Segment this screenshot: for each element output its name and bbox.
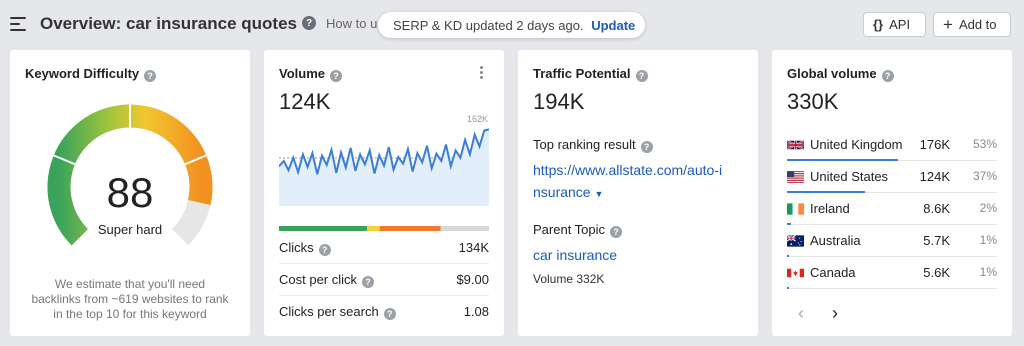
add-to-button-label: Add to	[958, 17, 997, 32]
country-name: United Kingdom	[810, 137, 903, 152]
parent-topic-volume: Volume 332K	[533, 272, 605, 286]
clicks-bar-segment	[440, 226, 489, 231]
help-icon[interactable]: ?	[640, 141, 653, 153]
parent-topic-link[interactable]: car insurance	[533, 244, 617, 266]
top-ranking-result-link[interactable]: https://www.allstate.com/auto-i nsurance…	[533, 159, 722, 205]
update-button[interactable]: Update	[591, 18, 635, 33]
header: Overview: car insurance quotes ? How to …	[0, 0, 1024, 48]
global-volume-title: Global volume?	[787, 66, 894, 82]
uk-flag-icon	[787, 139, 804, 151]
chevron-right-icon[interactable]: ›	[832, 303, 838, 324]
country-percent: 37%	[972, 169, 997, 183]
api-button-label: API	[889, 17, 911, 32]
clicks-per-search-row: Clicks per search? 1.08	[279, 296, 489, 328]
update-toast: SERP & KD updated 2 days ago. Update	[378, 12, 645, 38]
volume-card: Volume? 124K 162K Clicks? 134K Cost per …	[264, 50, 504, 336]
country-volume: 124K	[919, 169, 950, 184]
country-row-australia[interactable]: Australia 5.7K 1%	[787, 225, 997, 257]
country-name: Ireland	[810, 201, 850, 216]
country-share-bar	[787, 287, 790, 289]
country-percent: 1%	[979, 233, 997, 247]
parent-topic-heading: Parent Topic?	[533, 222, 623, 238]
country-volume: 8.6K	[923, 201, 950, 216]
country-row-united-states[interactable]: United States 124K 37%	[787, 161, 997, 193]
metric-value: 1.08	[463, 304, 489, 319]
help-icon[interactable]: ?	[362, 276, 375, 288]
top-ranking-result-heading: Top ranking result?	[533, 137, 653, 153]
page-title: Overview: car insurance quotes	[40, 14, 297, 33]
clicks-row: Clicks? 134K	[279, 232, 489, 264]
toast-text: SERP & KD updated 2 days ago.	[393, 18, 584, 33]
chevron-left-icon[interactable]: ‹	[798, 303, 804, 324]
more-options-icon[interactable]	[480, 66, 484, 81]
code-braces-icon: {}	[873, 17, 884, 32]
global-volume-value: 330K	[787, 89, 839, 114]
canada-flag-icon	[787, 267, 804, 279]
ireland-flag-icon	[787, 203, 804, 215]
country-percent: 2%	[979, 201, 997, 215]
traffic-potential-card: Traffic Potential? 194K Top ranking resu…	[518, 50, 758, 336]
country-name: Canada	[810, 265, 856, 280]
clicks-bar-segment	[279, 226, 368, 231]
metric-label: Clicks per search	[279, 304, 379, 319]
metric-value: $9.00	[456, 272, 489, 287]
metric-label: Cost per click	[279, 272, 358, 287]
volume-value: 124K	[279, 89, 331, 114]
difficulty-note: We estimate that you'll need backlinks f…	[31, 277, 229, 321]
parent-topic-label: Parent Topic	[533, 222, 606, 237]
country-row-canada[interactable]: Canada 5.6K 1%	[787, 257, 997, 289]
help-icon[interactable]: ?	[635, 70, 648, 82]
help-icon[interactable]: ?	[383, 308, 396, 320]
difficulty-gauge	[47, 104, 213, 246]
country-row-united-kingdom[interactable]: United Kingdom 176K 53%	[787, 129, 997, 161]
traffic-potential-label: Traffic Potential	[533, 66, 631, 81]
help-icon[interactable]: ?	[330, 70, 342, 82]
country-name: Australia	[810, 233, 861, 248]
country-percent: 53%	[972, 137, 997, 151]
difficulty-score: 88	[106, 169, 154, 216]
country-volume: 5.6K	[923, 265, 950, 280]
us-flag-icon	[787, 171, 804, 183]
country-volume: 5.7K	[923, 233, 950, 248]
country-percent: 1%	[979, 265, 997, 279]
top-ranking-result-label: Top ranking result	[533, 137, 636, 152]
caret-down-icon[interactable]: ▼	[594, 189, 603, 199]
clicks-bar-segment	[367, 226, 380, 231]
metric-label: Clicks	[279, 240, 314, 255]
traffic-potential-title: Traffic Potential?	[533, 66, 648, 82]
clicks-bar-segment	[379, 226, 441, 231]
keyword-difficulty-card: Keyword Difficulty? 88 Super hard We est…	[10, 50, 250, 336]
plus-icon: +	[943, 14, 953, 34]
australia-flag-icon	[787, 235, 804, 247]
help-icon[interactable]: ?	[302, 16, 316, 30]
cost-per-click-row: Cost per click? $9.00	[279, 264, 489, 296]
how-to-link[interactable]: How to u	[326, 16, 377, 31]
country-volume: 176K	[919, 137, 950, 152]
country-row-ireland[interactable]: Ireland 8.6K 2%	[787, 193, 997, 225]
help-icon[interactable]: ?	[318, 244, 331, 256]
volume-label: Volume	[279, 66, 325, 81]
country-name: United States	[810, 169, 889, 184]
volume-title: Volume?	[279, 66, 342, 82]
global-volume-card: Global volume? 330K United Kingdom 176K …	[772, 50, 1012, 336]
difficulty-label: Super hard	[97, 222, 163, 237]
help-icon[interactable]: ?	[881, 70, 894, 82]
chart-max-label: 162K	[466, 114, 488, 124]
help-icon[interactable]: ?	[610, 226, 623, 238]
add-to-button[interactable]: + Add to	[933, 12, 1011, 37]
top-result-url-line2: nsurance	[533, 184, 591, 200]
global-volume-label: Global volume	[787, 66, 877, 81]
top-result-url-line1: https://www.allstate.com/auto-i	[533, 162, 723, 178]
metric-value: 134K	[458, 240, 489, 255]
volume-trend-chart	[279, 128, 489, 231]
api-button[interactable]: {} API	[863, 12, 926, 37]
menu-icon[interactable]	[10, 17, 26, 31]
traffic-potential-value: 194K	[533, 89, 585, 114]
